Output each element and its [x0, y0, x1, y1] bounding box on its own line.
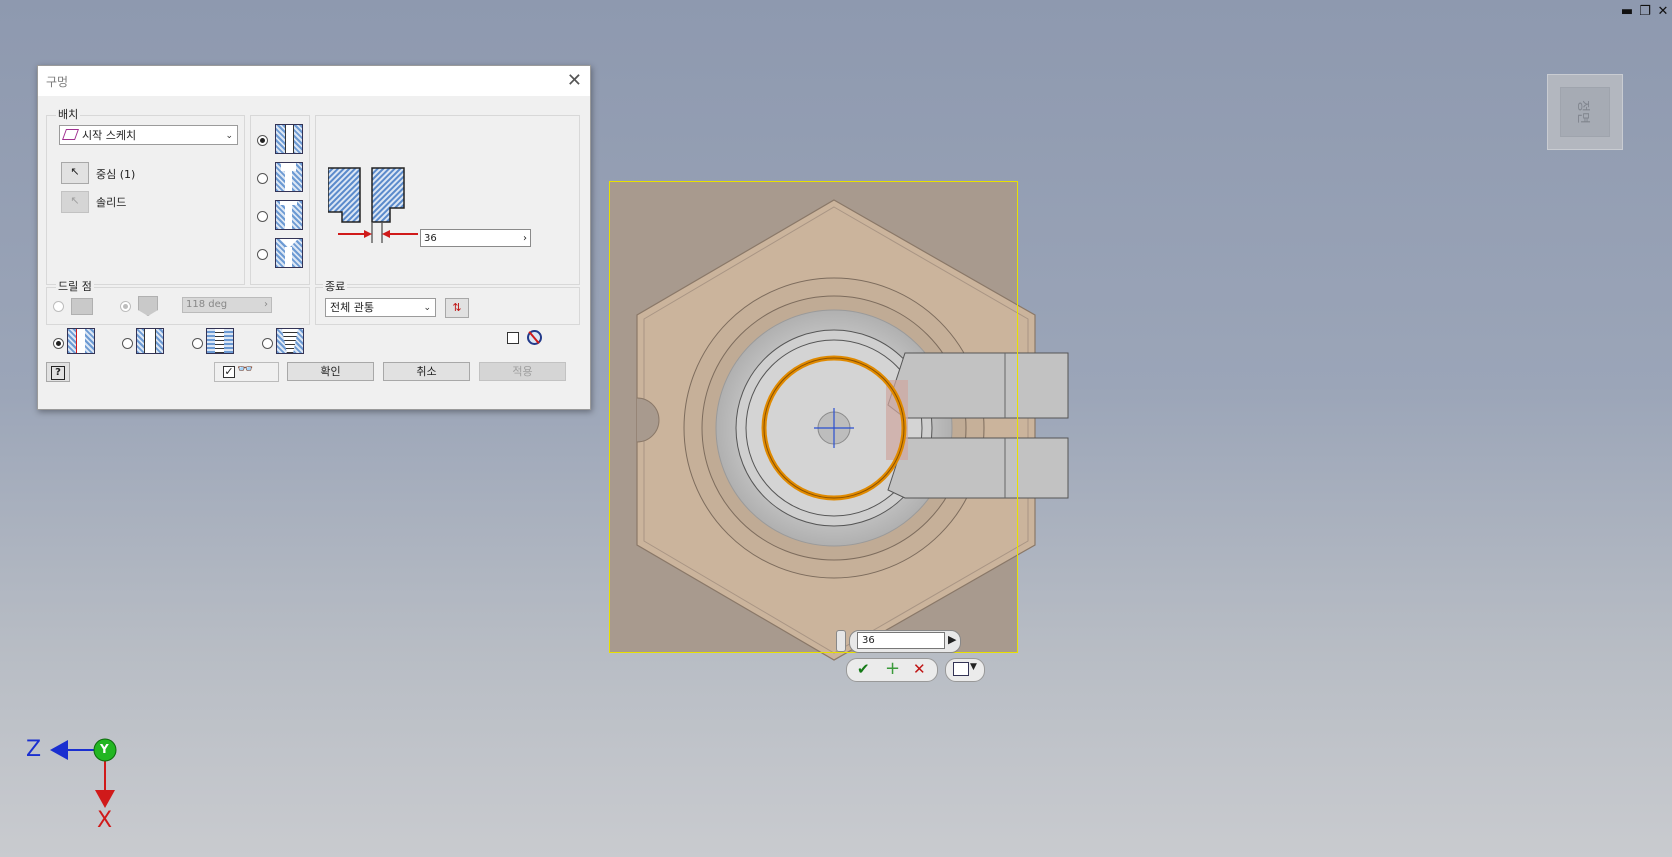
mini-cancel-icon[interactable]: ✕ [913, 660, 926, 678]
chevron-down-icon: ⌄ [225, 131, 233, 141]
placement-sketch-value: 시작 스케치 [82, 129, 137, 142]
help-button[interactable]: ? [46, 362, 70, 382]
drill-angle-input[interactable]: 118 deg › [182, 297, 272, 313]
center-select-button[interactable]: ↖ [61, 162, 89, 184]
hole-clearance-radio[interactable] [122, 338, 133, 349]
hole-preview-graphic [328, 167, 405, 223]
sketch-icon [61, 129, 80, 140]
flip-direction-button[interactable]: ⇅ [445, 298, 469, 318]
drill-point-group-label: 드릴 점 [56, 278, 94, 294]
mini-diameter-input[interactable]: 36 [857, 632, 945, 649]
axis-y-label: Y [100, 742, 109, 756]
solid-label: 솔리드 [96, 196, 127, 209]
taper-tapped-type-icon [276, 328, 304, 354]
clearance-type-icon [136, 328, 164, 354]
placement-group-label: 배치 [56, 106, 81, 122]
simple-type-icon [67, 328, 95, 354]
cursor-arrow-icon: ↖ [70, 194, 80, 207]
selection-frame [609, 181, 1018, 653]
hole-type-counterbore-radio[interactable] [257, 173, 268, 184]
simple-hole-icon [275, 124, 303, 154]
infer-imate-icon [527, 330, 542, 345]
hole-type-simple-radio[interactable] [257, 135, 268, 146]
flat-drill-icon [71, 298, 93, 315]
drill-flat-radio[interactable] [53, 301, 64, 312]
solid-select-button[interactable]: ↖ [61, 191, 89, 213]
hole-dialog: 구멍 ✕ 배치 시작 스케치 ⌄ ↖ 중심 (1) ↖ 솔리드 36 › 드릴 점… [37, 65, 591, 410]
spotface-hole-icon [275, 200, 303, 230]
mini-menu-button[interactable]: ▼ [945, 658, 985, 682]
axis-x-label: X [97, 808, 113, 833]
termination-group-label: 종료 [323, 278, 348, 294]
dialog-titlebar[interactable]: 구멍 ✕ [38, 66, 590, 96]
countersink-hole-icon [275, 238, 303, 268]
diameter-input[interactable]: 36 › [420, 229, 531, 247]
termination-select[interactable]: 전체 관통 ⌄ [325, 298, 436, 317]
mini-actions-bar: ✔ + ✕ [846, 658, 938, 682]
preview-frame [214, 362, 279, 382]
diameter-arrows [338, 223, 418, 243]
dropdown-icon: ▼ [970, 662, 977, 672]
help-icon: ? [51, 366, 65, 380]
infer-imodate-checkbox[interactable] [507, 332, 519, 344]
hole-simple-radio[interactable] [53, 338, 64, 349]
mini-toolbar-grip[interactable] [836, 630, 846, 652]
list-icon [953, 662, 969, 676]
cancel-button[interactable]: 취소 [383, 362, 470, 381]
diameter-value: 36 [424, 233, 437, 244]
axis-z-label: Z [26, 737, 42, 762]
apply-button[interactable]: 적용 [479, 362, 566, 381]
hole-tapped-radio[interactable] [192, 338, 203, 349]
termination-value: 전체 관통 [330, 301, 374, 314]
hole-taper-tapped-radio[interactable] [262, 338, 273, 349]
chevron-right-icon[interactable]: › [523, 230, 527, 247]
tapped-type-icon [206, 328, 234, 354]
mini-input-arrow-icon[interactable]: ▶ [948, 633, 956, 646]
hole-type-countersink-radio[interactable] [257, 249, 268, 260]
counterbore-hole-icon [275, 162, 303, 192]
ok-button[interactable]: 확인 [287, 362, 374, 381]
dialog-title: 구멍 [46, 75, 69, 89]
flip-direction-icon: ⇅ [452, 301, 462, 314]
mini-apply-icon[interactable]: + [885, 658, 900, 679]
cursor-arrow-icon: ↖ [70, 165, 80, 178]
dialog-close-icon[interactable]: ✕ [567, 70, 582, 91]
chevron-right-icon[interactable]: › [264, 298, 268, 312]
drill-angle-radio[interactable] [120, 301, 131, 312]
chevron-down-icon: ⌄ [423, 303, 431, 313]
hole-type-spotface-radio[interactable] [257, 211, 268, 222]
drill-angle-value: 118 deg [186, 299, 228, 310]
mini-ok-icon[interactable]: ✔ [857, 660, 870, 678]
placement-sketch-select[interactable]: 시작 스케치 ⌄ [59, 125, 238, 145]
center-label: 중심 (1) [96, 168, 136, 181]
